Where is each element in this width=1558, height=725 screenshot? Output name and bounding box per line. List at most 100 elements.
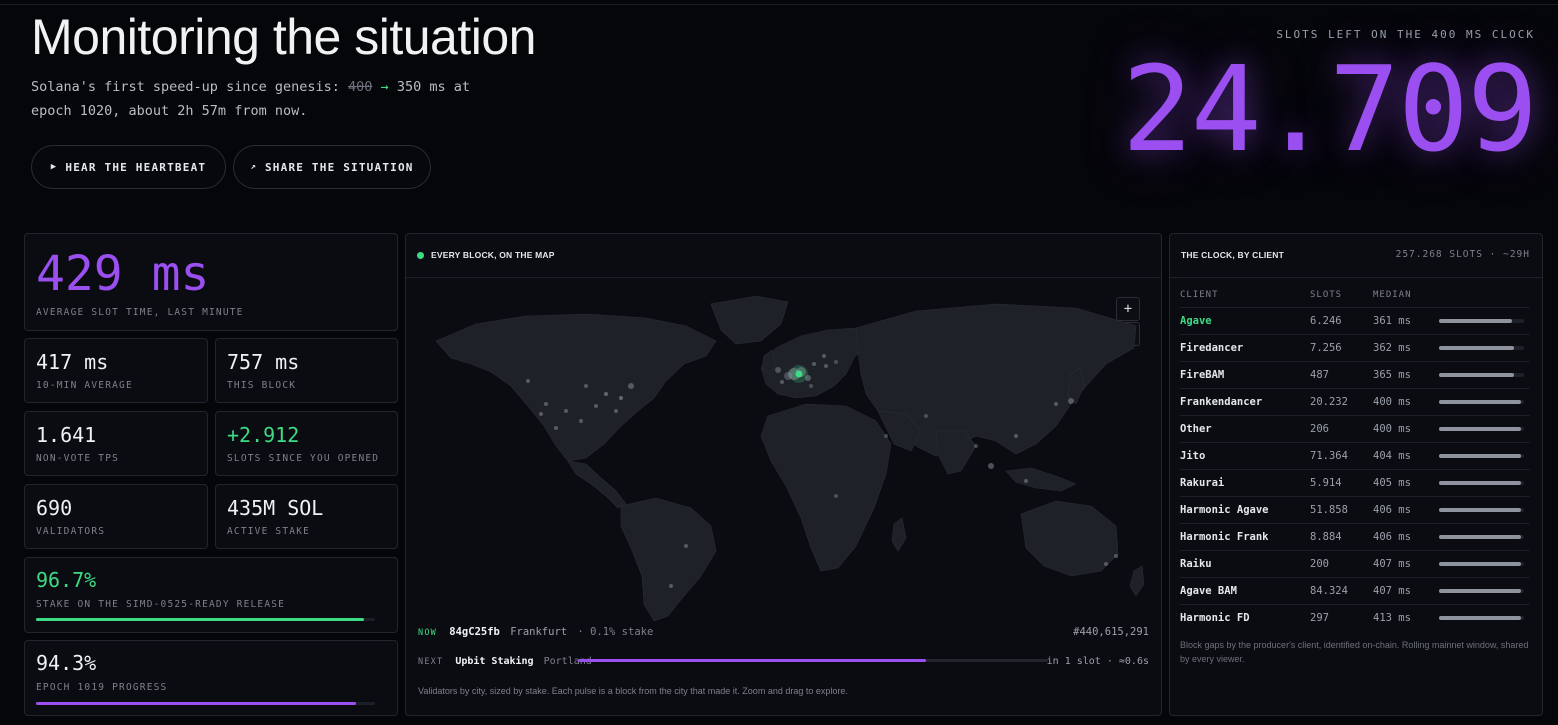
next-eta: in 1 slot · ≈0.6s bbox=[1046, 656, 1149, 667]
client-panel: THE CLOCK, BY CLIENT 257.268 SLOTS · ~29… bbox=[1169, 233, 1543, 716]
since-opened-value: +2.912 bbox=[227, 423, 300, 447]
validator-dot bbox=[669, 584, 673, 588]
map-panel-header: EVERY BLOCK, ON THE MAP bbox=[406, 234, 1161, 278]
client-name: Agave bbox=[1180, 315, 1212, 327]
ten-min-card: 417 ms 10-MIN AVERAGE bbox=[24, 338, 208, 403]
client-median: 413 ms bbox=[1373, 612, 1411, 624]
next-tag: NEXT bbox=[418, 657, 444, 667]
client-median-bar-fill bbox=[1439, 454, 1522, 458]
validator-dot bbox=[924, 414, 928, 418]
client-median: 406 ms bbox=[1373, 531, 1411, 543]
validator-dot bbox=[619, 396, 623, 400]
client-median: 407 ms bbox=[1373, 585, 1411, 597]
client-slots: 200 bbox=[1310, 558, 1329, 570]
client-median-bar bbox=[1439, 400, 1524, 404]
avg-slot-card: 429 ms AVERAGE SLOT TIME, LAST MINUTE bbox=[24, 233, 398, 331]
since-opened-label: SLOTS SINCE YOU OPENED bbox=[227, 453, 380, 464]
now-tag: NOW bbox=[418, 628, 437, 638]
active-stake-label: ACTIVE STAKE bbox=[227, 526, 311, 537]
validator-dot bbox=[812, 362, 816, 366]
epoch-progress-value: 94.3% bbox=[36, 651, 97, 675]
next-row: NEXT Upbit Staking Portland in 1 slot · … bbox=[418, 656, 1149, 672]
validator-dot bbox=[834, 360, 838, 364]
continents bbox=[435, 295, 1145, 621]
tps-label: NON-VOTE TPS bbox=[36, 453, 120, 464]
client-median-bar bbox=[1439, 562, 1524, 566]
client-median: 361 ms bbox=[1373, 315, 1411, 327]
client-row: Frankendancer 20.232 400 ms bbox=[1180, 388, 1530, 415]
share-situation-label: SHARE THE SITUATION bbox=[264, 160, 414, 174]
client-slots: 20.232 bbox=[1310, 396, 1348, 408]
next-progress-fill bbox=[578, 659, 926, 662]
current-block-dot bbox=[795, 370, 803, 378]
avg-slot-value: 429 ms bbox=[36, 246, 210, 302]
client-median-bar-fill bbox=[1439, 562, 1522, 566]
validator-dot bbox=[822, 354, 826, 358]
hear-heartbeat-button[interactable]: ▶ HEAR THE HEARTBEAT bbox=[31, 145, 226, 189]
tps-card: 1.641 NON-VOTE TPS bbox=[24, 411, 208, 476]
active-stake-card: 435M SOL ACTIVE STAKE bbox=[215, 484, 398, 549]
client-name: Harmonic Frank bbox=[1180, 531, 1269, 543]
client-median-bar bbox=[1439, 535, 1524, 539]
client-median-bar-fill bbox=[1439, 535, 1522, 539]
validator-dot bbox=[884, 434, 888, 438]
validators-card: 690 VALIDATORS bbox=[24, 484, 208, 549]
validator-dot bbox=[579, 419, 583, 423]
client-median: 400 ms bbox=[1373, 423, 1411, 435]
world-map[interactable] bbox=[416, 286, 1151, 621]
since-opened-card: +2.912 SLOTS SINCE YOU OPENED bbox=[215, 411, 398, 476]
client-median-bar bbox=[1439, 616, 1524, 620]
client-median-bar bbox=[1439, 427, 1524, 431]
simd-stake-bar bbox=[36, 618, 375, 621]
client-slots: 297 bbox=[1310, 612, 1329, 624]
validator-dot bbox=[539, 412, 543, 416]
client-median-bar bbox=[1439, 373, 1524, 377]
client-row: Harmonic Agave 51.858 406 ms bbox=[1180, 496, 1530, 523]
client-row: Firedancer 7.256 362 ms bbox=[1180, 334, 1530, 361]
active-stake-value: 435M SOL bbox=[227, 496, 324, 520]
col-slots: SLOTS bbox=[1310, 290, 1343, 300]
client-row: FireBAM 487 365 ms bbox=[1180, 361, 1530, 388]
validator-dot bbox=[775, 367, 781, 373]
client-row: Jito 71.364 404 ms bbox=[1180, 442, 1530, 469]
validator-dot bbox=[1104, 562, 1108, 566]
client-median: 400 ms bbox=[1373, 396, 1411, 408]
client-median-bar-fill bbox=[1439, 400, 1522, 404]
next-progress-track bbox=[578, 659, 1048, 662]
col-median: MEDIAN bbox=[1373, 290, 1412, 300]
client-median-bar-fill bbox=[1439, 346, 1514, 350]
epoch-progress-label: EPOCH 1019 PROGRESS bbox=[36, 682, 168, 693]
client-median: 407 ms bbox=[1373, 558, 1411, 570]
client-median: 404 ms bbox=[1373, 450, 1411, 462]
client-name: Agave BAM bbox=[1180, 585, 1237, 597]
epoch-progress-card: 94.3% EPOCH 1019 PROGRESS bbox=[24, 640, 398, 716]
client-name: FireBAM bbox=[1180, 369, 1225, 381]
now-stake: · 0.1% stake bbox=[577, 626, 654, 638]
validator-dot bbox=[614, 409, 618, 413]
client-median-bar bbox=[1439, 319, 1524, 323]
simd-stake-value: 96.7% bbox=[36, 568, 97, 592]
client-median-bar bbox=[1439, 508, 1524, 512]
now-city: Frankfurt bbox=[510, 626, 568, 638]
validator-dot bbox=[604, 392, 608, 396]
validator-dot bbox=[780, 380, 784, 384]
client-median-bar bbox=[1439, 454, 1524, 458]
client-median-bar-fill bbox=[1439, 427, 1522, 431]
page-title: Monitoring the situation bbox=[31, 9, 536, 65]
share-arrow-icon: ↗ bbox=[250, 162, 257, 172]
client-panel-header: THE CLOCK, BY CLIENT 257.268 SLOTS · ~29… bbox=[1170, 234, 1542, 278]
share-situation-button[interactable]: ↗ SHARE THE SITUATION bbox=[233, 145, 431, 189]
arrow-right-icon: → bbox=[380, 79, 389, 95]
play-icon: ▶ bbox=[50, 162, 58, 172]
client-median: 362 ms bbox=[1373, 342, 1411, 354]
ten-min-label: 10-MIN AVERAGE bbox=[36, 380, 133, 391]
epoch-progress-bar bbox=[36, 702, 375, 705]
validator-dot bbox=[834, 494, 838, 498]
validator-dot bbox=[526, 379, 530, 383]
map-title: EVERY BLOCK, ON THE MAP bbox=[431, 250, 555, 260]
client-slots: 487 bbox=[1310, 369, 1329, 381]
hear-heartbeat-label: HEAR THE HEARTBEAT bbox=[65, 160, 207, 174]
client-median-bar bbox=[1439, 481, 1524, 485]
simd-stake-bar-fill bbox=[36, 618, 364, 621]
col-client: CLIENT bbox=[1180, 290, 1219, 300]
